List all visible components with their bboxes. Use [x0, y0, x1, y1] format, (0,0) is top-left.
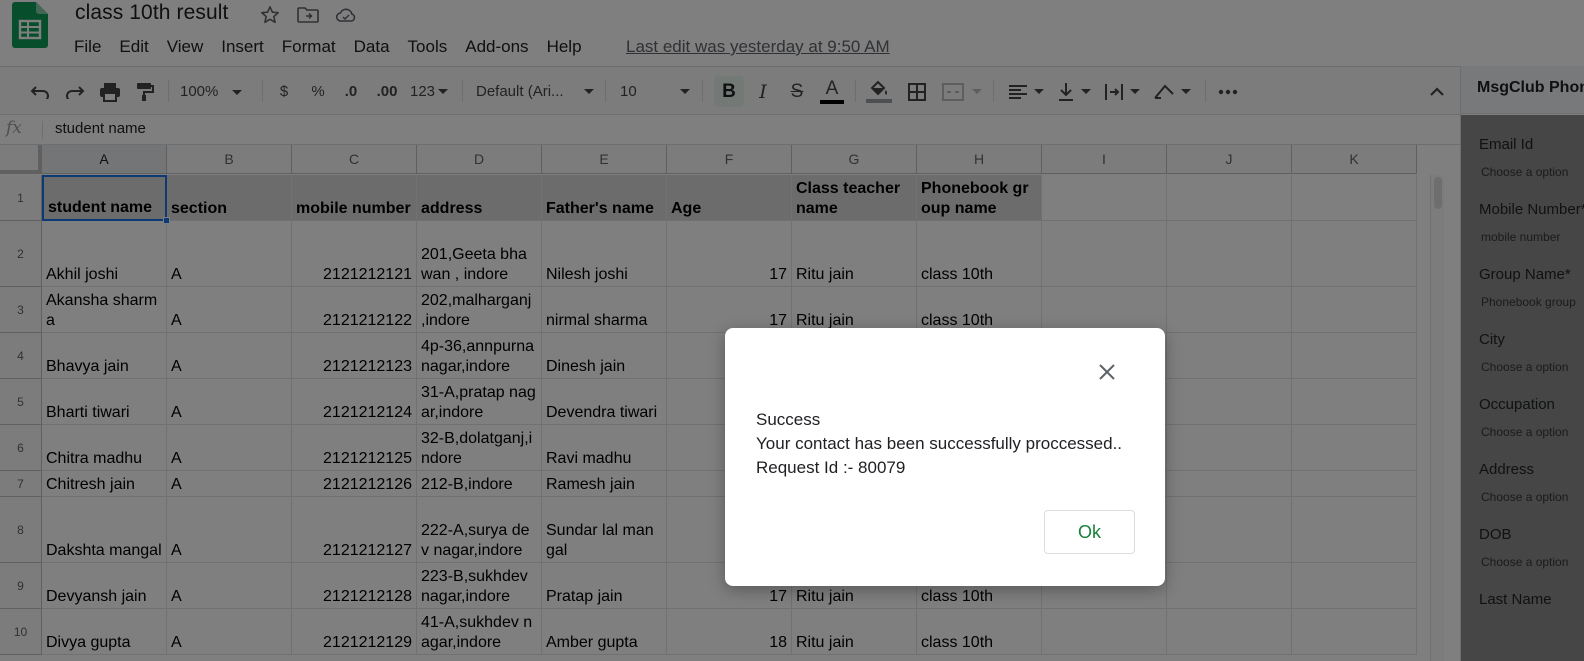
close-icon[interactable]	[1093, 358, 1121, 386]
ok-button[interactable]: Ok	[1044, 510, 1135, 554]
dialog-request-id: Request Id :- 80079	[756, 458, 906, 477]
success-dialog: Success Your contact has been successful…	[725, 328, 1165, 586]
dialog-message: Success Your contact has been successful…	[756, 408, 1122, 480]
dialog-status: Success	[756, 410, 821, 429]
dialog-detail: Your contact has been successfully procc…	[756, 434, 1123, 453]
